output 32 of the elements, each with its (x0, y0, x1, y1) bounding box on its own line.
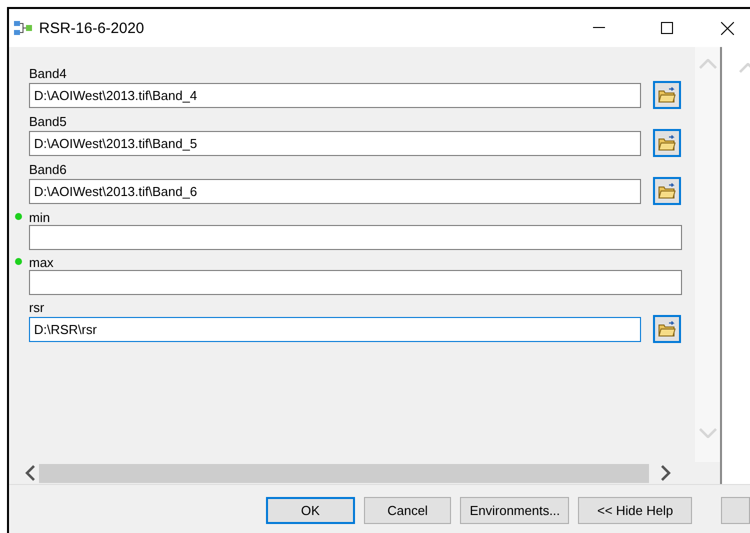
field-label: Band4 (29, 65, 67, 82)
dialog-button[interactable]: OK (266, 496, 355, 524)
field-label: rsr (29, 299, 44, 316)
minimize-icon[interactable] (593, 27, 605, 29)
input-field[interactable]: D:\AOIWest\2013.tif\Band_6 (29, 178, 641, 204)
folder-icon (658, 135, 676, 151)
window-title: RSR-16-6-2020 (39, 20, 146, 36)
model-icon (13, 20, 33, 36)
input-field[interactable]: D:\AOIWest\2013.tif\Band_5 (29, 130, 641, 156)
scroll-left-icon[interactable] (25, 465, 35, 481)
maximize-icon[interactable] (661, 22, 673, 34)
field-label: max (29, 254, 54, 271)
folder-icon (658, 183, 676, 199)
browse-button[interactable] (653, 129, 681, 157)
field-label: min (29, 209, 50, 226)
input-field[interactable] (29, 270, 682, 295)
folder-icon (658, 321, 676, 337)
field-label: Band6 (29, 161, 67, 178)
browse-button[interactable] (653, 81, 681, 109)
input-field[interactable]: D:\RSR\rsr (29, 316, 641, 342)
dialog-button[interactable]: Cancel (364, 496, 452, 524)
close-icon[interactable] (720, 22, 734, 34)
dialog-button[interactable]: Environments... (460, 496, 570, 524)
browse-button[interactable] (653, 177, 681, 205)
folder-icon (658, 87, 676, 103)
dialog-button[interactable]: << Hide Help (578, 496, 692, 524)
field-label: Band5 (29, 113, 67, 130)
input-field[interactable]: D:\AOIWest\2013.tif\Band_4 (29, 82, 641, 108)
input-field[interactable] (29, 225, 682, 250)
scrollbar-thumb[interactable] (39, 464, 649, 482)
scroll-right-icon[interactable] (661, 465, 671, 481)
browse-button[interactable] (653, 315, 681, 343)
